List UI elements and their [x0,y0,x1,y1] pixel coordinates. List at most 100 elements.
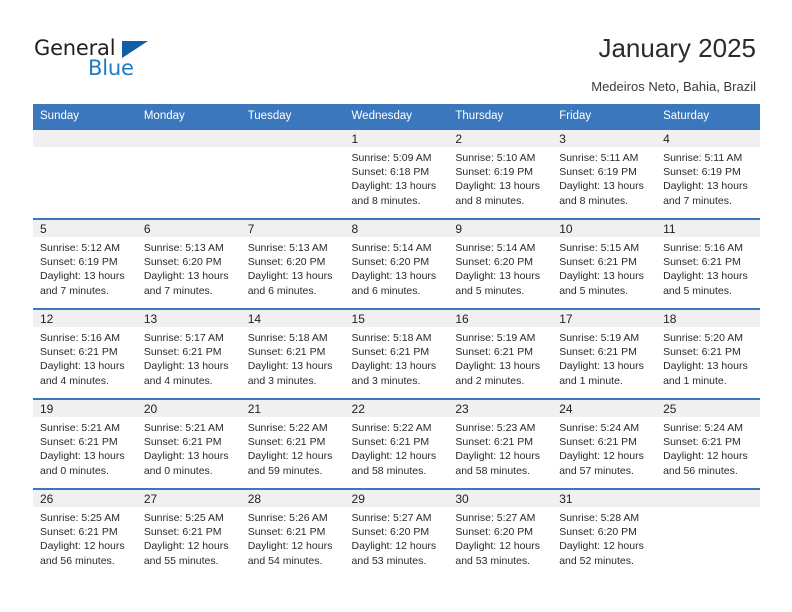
calendar-day-cell[interactable]: 12 Sunrise: 5:16 AM Sunset: 6:21 PM Dayligh… [33,308,137,399]
calendar-day-cell[interactable]: 14 Sunrise: 5:18 AM Sunset: 6:21 PM Dayligh… [240,308,345,399]
daylight-text: Daylight: 13 hours and 1 minute. [663,360,748,387]
sunrise-text: Sunrise: 5:20 AM [663,332,744,344]
calendar-day-cell[interactable]: 19 Sunrise: 5:21 AM Sunset: 6:21 PM Dayligh… [33,398,137,489]
calendar-day-cell[interactable]: 26 Sunrise: 5:25 AM Sunset: 6:21 PM Dayligh… [33,488,137,578]
calendar-day-cell[interactable]: 6 Sunrise: 5:13 AM Sunset: 6:20 PM Daylight… [136,218,241,309]
day-number: 18 [656,310,760,327]
sunset-text: Sunset: 6:19 PM [559,166,637,179]
sunrise-text: Sunrise: 5:28 AM [559,512,640,524]
calendar-day-cell[interactable]: 28 Sunrise: 5:26 AM Sunset: 6:21 PM Dayligh… [240,488,345,578]
day-details: Sunrise: 5:27 AM Sunset: 6:20 PM Daylight:… [448,507,552,568]
sunrise-text: Sunrise: 5:18 AM [247,332,328,344]
sunset-text: Sunset: 6:20 PM [143,256,222,269]
sunrise-text: Sunrise: 5:14 AM [455,242,536,254]
calendar-day-cell[interactable]: 22 Sunrise: 5:22 AM Sunset: 6:21 PM Dayligh… [344,398,449,489]
calendar-day-cell[interactable]: 7 Sunrise: 5:13 AM Sunset: 6:20 PM Daylight… [240,218,345,309]
day-details: Sunrise: 5:19 AM Sunset: 6:21 PM Daylight:… [448,327,552,388]
calendar-day-cell[interactable]: 18 Sunrise: 5:20 AM Sunset: 6:21 PM Dayligh… [656,308,760,399]
sunset-text: Sunset: 6:20 PM [351,526,430,539]
sunset-text: Sunset: 6:21 PM [143,346,222,359]
day-number: 11 [656,220,760,237]
sunrise-text: Sunrise: 5:13 AM [247,242,328,254]
day-number: 5 [33,220,137,237]
calendar-day-cell[interactable]: 23 Sunrise: 5:23 AM Sunset: 6:21 PM Dayligh… [448,398,553,489]
sunset-text: Sunset: 6:19 PM [455,166,534,179]
day-number: 23 [448,400,553,417]
sunset-text: Sunset: 6:21 PM [247,346,326,359]
sunrise-text: Sunrise: 5:21 AM [40,422,120,434]
sunrise-text: Sunrise: 5:15 AM [559,242,640,254]
sunset-text: Sunset: 6:20 PM [455,256,534,269]
day-details: Sunrise: 5:24 AM Sunset: 6:21 PM Daylight:… [656,417,760,478]
calendar-week-row: 12 Sunrise: 5:16 AM Sunset: 6:21 PM Dayligh… [33,308,760,399]
calendar-day-cell[interactable]: 31 Sunrise: 5:28 AM Sunset: 6:20 PM Dayligh… [552,488,657,578]
calendar-day-cell[interactable]: 8 Sunrise: 5:14 AM Sunset: 6:20 PM Daylight… [344,218,449,309]
daylight-text: Daylight: 12 hours and 55 minutes. [143,540,229,567]
sunrise-text: Sunrise: 5:26 AM [247,512,328,524]
sunset-text: Sunset: 6:21 PM [663,436,741,449]
day-number: 1 [344,130,449,147]
day-number [33,130,137,147]
page-title: January 2025 [598,33,756,63]
weekday-header-row: Sunday Monday Tuesday Wednesday Thursday… [33,104,760,129]
calendar-day-cell[interactable]: 17 Sunrise: 5:19 AM Sunset: 6:21 PM Dayligh… [552,308,657,399]
day-number: 4 [656,130,760,147]
logo-text-blue: Blue [88,56,134,80]
calendar-day-cell[interactable]: 20 Sunrise: 5:21 AM Sunset: 6:21 PM Dayligh… [136,398,241,489]
calendar-day-cell[interactable]: 1 Sunrise: 5:09 AM Sunset: 6:18 PM Daylight… [344,128,449,219]
daylight-text: Daylight: 13 hours and 3 minutes. [351,360,437,387]
calendar-day-cell[interactable]: 25 Sunrise: 5:24 AM Sunset: 6:21 PM Dayligh… [656,398,760,489]
daylight-text: Daylight: 12 hours and 56 minutes. [40,540,125,567]
day-number: 25 [656,400,760,417]
day-details: Sunrise: 5:12 AM Sunset: 6:19 PM Daylight:… [33,237,137,298]
sunset-text: Sunset: 6:21 PM [351,346,430,359]
sunrise-text: Sunrise: 5:25 AM [40,512,120,524]
calendar-day-cell[interactable]: 2 Sunrise: 5:10 AM Sunset: 6:19 PM Daylight… [448,128,553,219]
sunset-text: Sunset: 6:21 PM [351,436,430,449]
calendar-day-cell[interactable]: 15 Sunrise: 5:18 AM Sunset: 6:21 PM Dayligh… [344,308,449,399]
sunrise-sunset-calendar: Sunday Monday Tuesday Wednesday Thursday… [33,104,760,578]
daylight-text: Daylight: 13 hours and 7 minutes. [40,270,125,297]
day-details: Sunrise: 5:18 AM Sunset: 6:21 PM Daylight:… [241,327,345,388]
calendar-day-cell[interactable]: 29 Sunrise: 5:27 AM Sunset: 6:20 PM Dayligh… [344,488,449,578]
sunset-text: Sunset: 6:21 PM [247,436,326,449]
calendar-day-cell[interactable]: 30 Sunrise: 5:27 AM Sunset: 6:20 PM Dayligh… [448,488,553,578]
sunset-text: Sunset: 6:21 PM [559,256,637,269]
daylight-text: Daylight: 13 hours and 0 minutes. [143,450,229,477]
calendar-day-cell[interactable]: 16 Sunrise: 5:19 AM Sunset: 6:21 PM Dayligh… [448,308,553,399]
sunset-text: Sunset: 6:21 PM [40,436,118,449]
day-details: Sunrise: 5:21 AM Sunset: 6:21 PM Daylight:… [33,417,137,478]
calendar-day-cell[interactable]: 11 Sunrise: 5:16 AM Sunset: 6:21 PM Dayligh… [656,218,760,309]
day-number: 3 [552,130,657,147]
sunrise-text: Sunrise: 5:10 AM [455,152,536,164]
calendar-day-cell-empty [656,488,760,578]
calendar-day-cell[interactable]: 5 Sunrise: 5:12 AM Sunset: 6:19 PM Daylight… [33,218,137,309]
calendar-week-row: 19 Sunrise: 5:21 AM Sunset: 6:21 PM Dayligh… [33,398,760,489]
weekday-header-friday: Friday [552,104,657,129]
day-number: 2 [448,130,553,147]
daylight-text: Daylight: 12 hours and 52 minutes. [559,540,644,567]
day-number: 28 [240,490,345,507]
day-number: 7 [240,220,345,237]
sunrise-text: Sunrise: 5:23 AM [455,422,536,434]
day-details: Sunrise: 5:17 AM Sunset: 6:21 PM Daylight:… [137,327,241,388]
calendar-day-cell[interactable]: 10 Sunrise: 5:15 AM Sunset: 6:21 PM Dayligh… [552,218,657,309]
sunrise-text: Sunrise: 5:22 AM [351,422,432,434]
calendar-day-cell[interactable]: 13 Sunrise: 5:17 AM Sunset: 6:21 PM Dayligh… [136,308,241,399]
calendar-day-cell[interactable]: 4 Sunrise: 5:11 AM Sunset: 6:19 PM Daylight… [656,128,760,219]
day-details [241,147,345,151]
day-details: Sunrise: 5:14 AM Sunset: 6:20 PM Daylight:… [345,237,449,298]
daylight-text: Daylight: 13 hours and 8 minutes. [455,180,541,207]
day-details: Sunrise: 5:27 AM Sunset: 6:20 PM Daylight:… [345,507,449,568]
calendar-day-cell[interactable]: 24 Sunrise: 5:24 AM Sunset: 6:21 PM Dayligh… [552,398,657,489]
calendar-day-cell[interactable]: 21 Sunrise: 5:22 AM Sunset: 6:21 PM Dayligh… [240,398,345,489]
day-details [137,147,241,151]
sunrise-text: Sunrise: 5:12 AM [40,242,120,254]
calendar-day-cell[interactable]: 3 Sunrise: 5:11 AM Sunset: 6:19 PM Daylight… [552,128,657,219]
sunset-text: Sunset: 6:21 PM [663,346,741,359]
sunrise-text: Sunrise: 5:24 AM [663,422,744,434]
calendar-day-cell[interactable]: 9 Sunrise: 5:14 AM Sunset: 6:20 PM Daylight… [448,218,553,309]
calendar-body: 1 Sunrise: 5:09 AM Sunset: 6:18 PM Daylight… [33,128,760,578]
day-number: 21 [240,400,345,417]
calendar-day-cell[interactable]: 27 Sunrise: 5:25 AM Sunset: 6:21 PM Dayligh… [136,488,241,578]
